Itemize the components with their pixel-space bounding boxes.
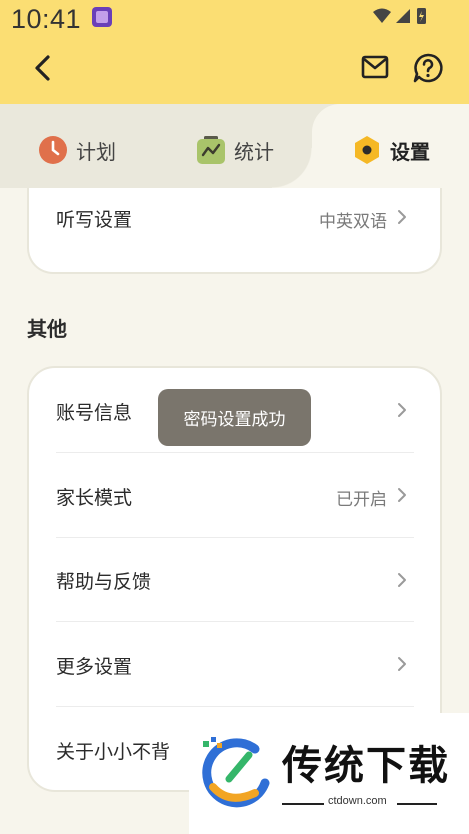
mail-icon[interactable] [361,55,389,79]
chevron-right-icon [398,210,406,224]
app-notification-icon [92,7,112,27]
chevron-right-icon [398,657,406,671]
divider [56,706,414,707]
tab-settings[interactable]: 设置 [352,130,430,170]
toast-message: 密码设置成功 [158,389,311,446]
tab-stats-label: 统计 [234,139,274,164]
dictation-settings-label[interactable]: 听写设置 [56,205,132,232]
list-item-parent-mode[interactable]: 家长模式 [56,483,132,510]
status-icons [371,6,431,26]
tab-plan[interactable]: 计划 [38,130,116,170]
watermark-logo-icon [202,737,270,808]
watermark-line-left [282,803,324,805]
tab-settings-label: 设置 [390,139,430,164]
divider [56,452,414,453]
chevron-right-icon [398,573,406,587]
status-time: 10:41 [11,4,82,34]
list-item-help-feedback[interactable]: 帮助与反馈 [56,567,151,594]
tab-plan-label: 计划 [76,139,116,164]
back-arrow-icon[interactable] [28,52,58,84]
watermark-title: 传统下载 [282,743,450,789]
list-item-more-settings[interactable]: 更多设置 [56,652,132,679]
dictation-settings-value: 中英双语 [319,212,387,232]
gear-icon [355,136,379,164]
divider [56,537,414,538]
watermark-line-right [397,803,437,805]
chart-icon [197,136,225,164]
chevron-right-icon [398,488,406,502]
clock-icon [39,136,67,164]
wifi-signal-battery-icon [373,8,426,24]
parent-mode-status: 已开启 [336,490,387,510]
chevron-right-icon [398,403,406,417]
tab-stats[interactable]: 统计 [196,130,274,170]
list-item-about[interactable]: 关于小小不背 [56,737,170,764]
list-item-account-info[interactable]: 账号信息 [56,398,132,425]
help-bubble-icon[interactable] [412,52,444,84]
divider [56,621,414,622]
section-title-other: 其他 [27,317,67,341]
watermark-site: ctdown.com [328,795,387,807]
